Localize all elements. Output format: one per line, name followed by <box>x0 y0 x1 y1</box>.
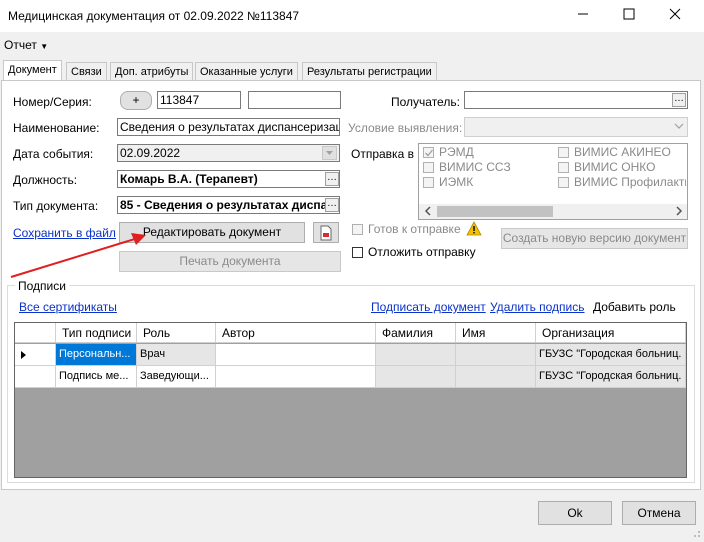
recipient-label: Получатель: <box>391 95 460 109</box>
doctype-input[interactable]: 85 - Сведения о результатах диспа <box>117 196 340 214</box>
close-icon <box>669 8 681 20</box>
menu-report-label: Отчет <box>4 38 37 52</box>
chevron-down-icon <box>326 151 333 155</box>
date-input[interactable]: 02.09.2022 <box>117 144 340 162</box>
send-remd-checkbox[interactable] <box>423 147 434 158</box>
send-prophylaxis-label: ВИМИС Профилактик <box>574 175 686 189</box>
position-input[interactable]: Комарь В.А. (Терапевт) <box>117 170 340 188</box>
ellipsis-icon: … <box>674 93 684 104</box>
remove-signature-link[interactable]: Удалить подпись <box>490 300 585 314</box>
table-cell[interactable] <box>376 366 456 388</box>
column-header[interactable]: Фамилия <box>376 323 456 343</box>
maximize-icon <box>623 8 635 20</box>
add-role-button[interactable]: Добавить роль <box>593 300 676 314</box>
ready-to-send-checkbox[interactable] <box>352 224 363 235</box>
table-cell[interactable] <box>376 344 456 366</box>
warning-icon <box>466 221 482 239</box>
number-label: Номер/Серия: <box>13 95 92 109</box>
ellipsis-icon: … <box>327 172 337 183</box>
maximize-button[interactable] <box>606 0 652 32</box>
tab-registration-results[interactable]: Результаты регистрации <box>302 62 437 81</box>
document-file-button[interactable] <box>313 222 339 243</box>
minimize-button[interactable] <box>560 0 606 32</box>
send-onko-label: ВИМИС ОНКО <box>574 160 656 174</box>
send-remd-label: РЭМД <box>439 145 474 159</box>
doctype-browse-button[interactable]: … <box>325 198 339 212</box>
send-akineo-label: ВИМИС АКИНЕО <box>574 145 671 159</box>
send-prophylaxis-checkbox[interactable] <box>558 177 569 188</box>
table-cell[interactable]: Врач <box>137 344 216 366</box>
send-akineo-checkbox[interactable] <box>558 147 569 158</box>
tab-extra-attributes[interactable]: Доп. атрибуты <box>110 62 194 81</box>
close-button[interactable] <box>652 0 698 32</box>
table-cell[interactable] <box>456 366 536 388</box>
scroll-left-icon[interactable] <box>423 205 433 220</box>
check-icon <box>425 149 434 157</box>
scrollbar-thumb[interactable] <box>437 206 553 217</box>
column-header[interactable]: Тип подписи <box>56 323 137 343</box>
resize-grip-icon[interactable] <box>690 528 702 542</box>
send-onko-checkbox[interactable] <box>558 162 569 173</box>
row-selector[interactable] <box>15 344 56 366</box>
position-browse-button[interactable]: … <box>325 172 339 186</box>
pdf-file-icon <box>320 225 332 241</box>
sign-document-link[interactable]: Подписать документ <box>371 300 486 314</box>
series-input[interactable] <box>248 91 341 109</box>
send-ssz-label: ВИМИС ССЗ <box>439 160 511 174</box>
cancel-button[interactable]: Отмена <box>622 501 696 525</box>
chevron-down-icon <box>673 120 685 135</box>
tab-links[interactable]: Связи <box>66 62 107 81</box>
send-ssz-checkbox[interactable] <box>423 162 434 173</box>
scroll-right-icon[interactable] <box>674 205 684 220</box>
condition-select[interactable] <box>464 117 688 137</box>
date-dropdown-button[interactable] <box>322 146 337 160</box>
name-label: Наименование: <box>13 121 100 135</box>
date-value: 02.09.2022 <box>120 146 181 160</box>
all-certificates-link[interactable]: Все сертификаты <box>19 300 117 314</box>
name-input[interactable]: Сведения о результатах диспансеризации <box>117 118 340 136</box>
tab-document[interactable]: Документ <box>3 60 62 82</box>
table-cell[interactable]: Персональн... <box>56 344 137 366</box>
row-header-column <box>15 323 56 343</box>
position-label: Должность: <box>13 173 78 187</box>
condition-label: Условие выявления: <box>348 121 463 135</box>
table-cell[interactable]: ГБУЗС "Городская больниц. <box>536 344 686 366</box>
row-selector[interactable] <box>15 366 56 388</box>
column-header[interactable]: Роль <box>137 323 216 343</box>
table-cell[interactable] <box>216 366 376 388</box>
number-input[interactable]: 113847 <box>157 91 241 109</box>
table-cell[interactable] <box>216 344 376 366</box>
column-header[interactable]: Организация <box>536 323 686 343</box>
table-cell[interactable]: Подпись ме... <box>56 366 137 388</box>
recipient-input[interactable] <box>464 91 688 109</box>
window-title: Медицинская документация от 02.09.2022 №… <box>8 9 300 23</box>
menu-report[interactable]: Отчет ▼ <box>4 38 48 52</box>
column-header[interactable]: Автор <box>216 323 376 343</box>
recipient-browse-button[interactable]: … <box>672 93 686 107</box>
red-arrow-annotation <box>10 233 146 278</box>
tab-services[interactable]: Оказанные услуги <box>195 62 298 81</box>
minimize-icon <box>578 13 588 15</box>
postpone-send-checkbox[interactable] <box>352 247 363 258</box>
menu-bar <box>0 32 704 58</box>
table-cell[interactable] <box>456 344 536 366</box>
add-number-button[interactable]: + <box>120 91 152 110</box>
ok-button[interactable]: Ok <box>538 501 612 525</box>
current-row-icon <box>21 351 26 359</box>
send-iemk-label: ИЭМК <box>439 175 474 189</box>
chevron-down-icon: ▼ <box>40 42 49 51</box>
signatures-table[interactable]: Тип подписи Роль Автор Фамилия Имя Орган… <box>14 322 687 478</box>
table-cell[interactable]: ГБУЗС "Городская больниц. <box>536 366 686 388</box>
create-new-version-button[interactable]: Создать новую версию документ <box>501 228 688 249</box>
doctype-label: Тип документа: <box>13 199 99 213</box>
send-iemk-checkbox[interactable] <box>423 177 434 188</box>
send-to-label: Отправка в <box>351 147 414 161</box>
ready-to-send-label: Готов к отправке <box>368 222 461 236</box>
postpone-send-label: Отложить отправку <box>368 245 476 259</box>
table-cell[interactable]: Заведующи... <box>137 366 216 388</box>
ellipsis-icon: … <box>327 198 337 209</box>
date-label: Дата события: <box>13 147 94 161</box>
column-header[interactable]: Имя <box>456 323 536 343</box>
